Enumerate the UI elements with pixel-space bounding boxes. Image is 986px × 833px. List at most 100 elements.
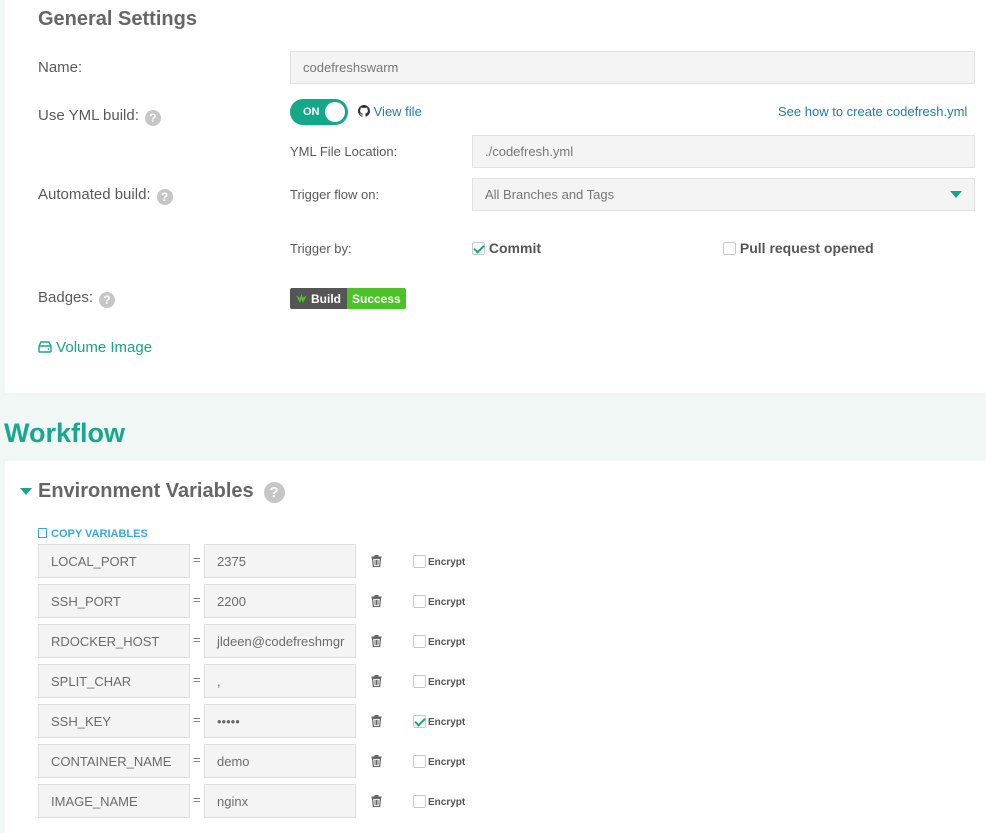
env-value-input[interactable]: , — [204, 664, 356, 698]
env-value-text: 2200 — [217, 593, 246, 609]
yml-location-input[interactable]: ./codefresh.yml — [472, 135, 975, 168]
env-value-text: nginx — [217, 793, 249, 809]
commit-checkbox[interactable] — [472, 242, 485, 255]
encrypt-checkbox[interactable] — [413, 595, 426, 608]
encrypt-checkbox[interactable] — [413, 715, 426, 728]
encrypt-label: Encrypt — [428, 757, 466, 768]
help-icon[interactable]: ? — [144, 110, 161, 126]
commit-label: Commit — [488, 240, 542, 256]
env-key-input[interactable]: SSH_KEY — [38, 704, 190, 738]
trash-icon[interactable] — [371, 754, 382, 772]
help-icon[interactable]: ? — [156, 189, 173, 205]
env-variable-row: SPLIT_CHAR =, Encrypt — [38, 664, 478, 698]
help-icon[interactable]: ? — [99, 292, 116, 308]
env-key-text: LOCAL_PORT — [51, 553, 137, 569]
view-file-text: View file — [373, 104, 422, 119]
env-value-input[interactable]: ••••• — [204, 704, 356, 738]
env-key-input[interactable]: SPLIT_CHAR — [38, 664, 190, 698]
use-yml-label: Use YML build:? — [38, 107, 161, 126]
env-value-input[interactable]: 2375 — [204, 544, 356, 578]
badge-right-text: Success — [347, 288, 406, 309]
equals-sign: = — [193, 632, 201, 647]
yml-build-toggle[interactable]: ON — [290, 99, 348, 125]
collapse-triangle-icon[interactable] — [20, 488, 32, 495]
env-key-text: IMAGE_NAME — [51, 793, 138, 809]
env-value-input[interactable]: jldeen@codefreshmgr — [204, 624, 356, 658]
copy-variables-text: COPY VARIABLES — [51, 528, 148, 540]
encrypt-label: Encrypt — [428, 637, 466, 648]
toggle-label: ON — [303, 106, 320, 118]
trigger-by-label: Trigger by: — [290, 241, 352, 256]
view-file-link[interactable]: View file — [358, 104, 422, 119]
env-value-text: jldeen@codefreshmgr — [217, 633, 345, 649]
encrypt-option[interactable]: Encrypt — [413, 595, 465, 608]
help-icon[interactable]: ? — [263, 482, 285, 503]
volume-image-link[interactable]: Volume Image — [38, 339, 152, 356]
encrypt-option[interactable]: Encrypt — [413, 675, 465, 688]
trash-icon[interactable] — [371, 594, 382, 612]
encrypt-label: Encrypt — [428, 677, 466, 688]
env-variable-row: IMAGE_NAME = nginx Encrypt — [38, 784, 478, 818]
pull-request-option[interactable]: Pull request opened — [723, 240, 874, 256]
env-key-input[interactable]: LOCAL_PORT — [38, 544, 190, 578]
badge-left: Build — [290, 288, 347, 309]
encrypt-checkbox[interactable] — [413, 795, 426, 808]
encrypt-option[interactable]: Encrypt — [413, 555, 465, 568]
encrypt-option[interactable]: Encrypt — [413, 635, 465, 648]
copy-icon — [38, 528, 47, 538]
trash-icon[interactable] — [371, 794, 382, 812]
encrypt-checkbox[interactable] — [413, 635, 426, 648]
env-value-text: 2375 — [217, 553, 246, 569]
env-variable-row: SSH_PORT = 2200 Encrypt — [38, 584, 478, 618]
env-key-input[interactable]: RDOCKER_HOST — [38, 624, 190, 658]
env-variable-row: SSH_KEY = ••••• Encrypt — [38, 704, 478, 738]
equals-sign: = — [193, 792, 201, 807]
pull-request-label: Pull request opened — [739, 240, 874, 256]
encrypt-checkbox[interactable] — [413, 675, 426, 688]
encrypt-option[interactable]: Encrypt — [413, 795, 465, 808]
name-input-value: codefreshswarm — [303, 60, 399, 75]
encrypt-option[interactable]: Encrypt — [413, 755, 465, 768]
env-variable-row: RDOCKER_HOST = jldeen@codefreshmgr Encrypt — [38, 624, 478, 658]
how-to-create-yml-link[interactable]: See how to create codefresh.yml — [778, 104, 967, 119]
equals-sign: = — [193, 752, 201, 767]
env-value-input[interactable]: nginx — [204, 784, 356, 818]
trash-icon[interactable] — [371, 554, 382, 572]
hard-drive-icon — [38, 341, 52, 353]
commit-option[interactable]: Commit — [472, 240, 541, 256]
use-yml-label-text: Use YML build: — [38, 107, 139, 124]
env-key-text: CONTAINER_NAME — [51, 753, 172, 769]
env-key-input[interactable]: SSH_PORT — [38, 584, 190, 618]
dropdown-caret-icon — [950, 191, 962, 198]
env-value-text: demo — [217, 753, 250, 769]
yml-location-label: YML File Location: — [290, 144, 398, 159]
pull-request-checkbox[interactable] — [723, 242, 736, 255]
encrypt-option[interactable]: Encrypt — [413, 715, 465, 728]
encrypt-checkbox[interactable] — [413, 755, 426, 768]
env-value-input[interactable]: demo — [204, 744, 356, 778]
trash-icon[interactable] — [371, 634, 382, 652]
trash-icon[interactable] — [371, 714, 382, 732]
encrypt-checkbox[interactable] — [413, 555, 426, 568]
env-variables-title: Environment Variables? — [38, 480, 285, 503]
trigger-flow-label: Trigger flow on: — [290, 187, 380, 202]
toggle-knob — [325, 102, 345, 122]
build-status-badge[interactable]: Build Success — [290, 288, 406, 309]
badge-left-text: Build — [311, 291, 341, 306]
copy-variables-button[interactable]: COPY VARIABLES — [38, 528, 148, 540]
automated-build-label: Automated build:? — [38, 186, 173, 205]
trash-icon[interactable] — [371, 674, 382, 692]
equals-sign: = — [193, 712, 201, 727]
automated-build-label-text: Automated build: — [38, 186, 151, 203]
equals-sign: = — [193, 672, 201, 687]
env-key-input[interactable]: IMAGE_NAME — [38, 784, 190, 818]
env-value-input[interactable]: 2200 — [204, 584, 356, 618]
equals-sign: = — [193, 592, 201, 607]
codefresh-leaf-icon — [296, 293, 307, 303]
env-key-text: SSH_KEY — [51, 713, 111, 729]
env-variable-row: CONTAINER_NAME = demo Encrypt — [38, 744, 478, 778]
trigger-flow-select[interactable]: All Branches and Tags — [472, 178, 975, 211]
name-input[interactable]: codefreshswarm — [290, 51, 975, 84]
yml-location-value: ./codefresh.yml — [485, 144, 574, 159]
env-key-input[interactable]: CONTAINER_NAME — [38, 744, 190, 778]
